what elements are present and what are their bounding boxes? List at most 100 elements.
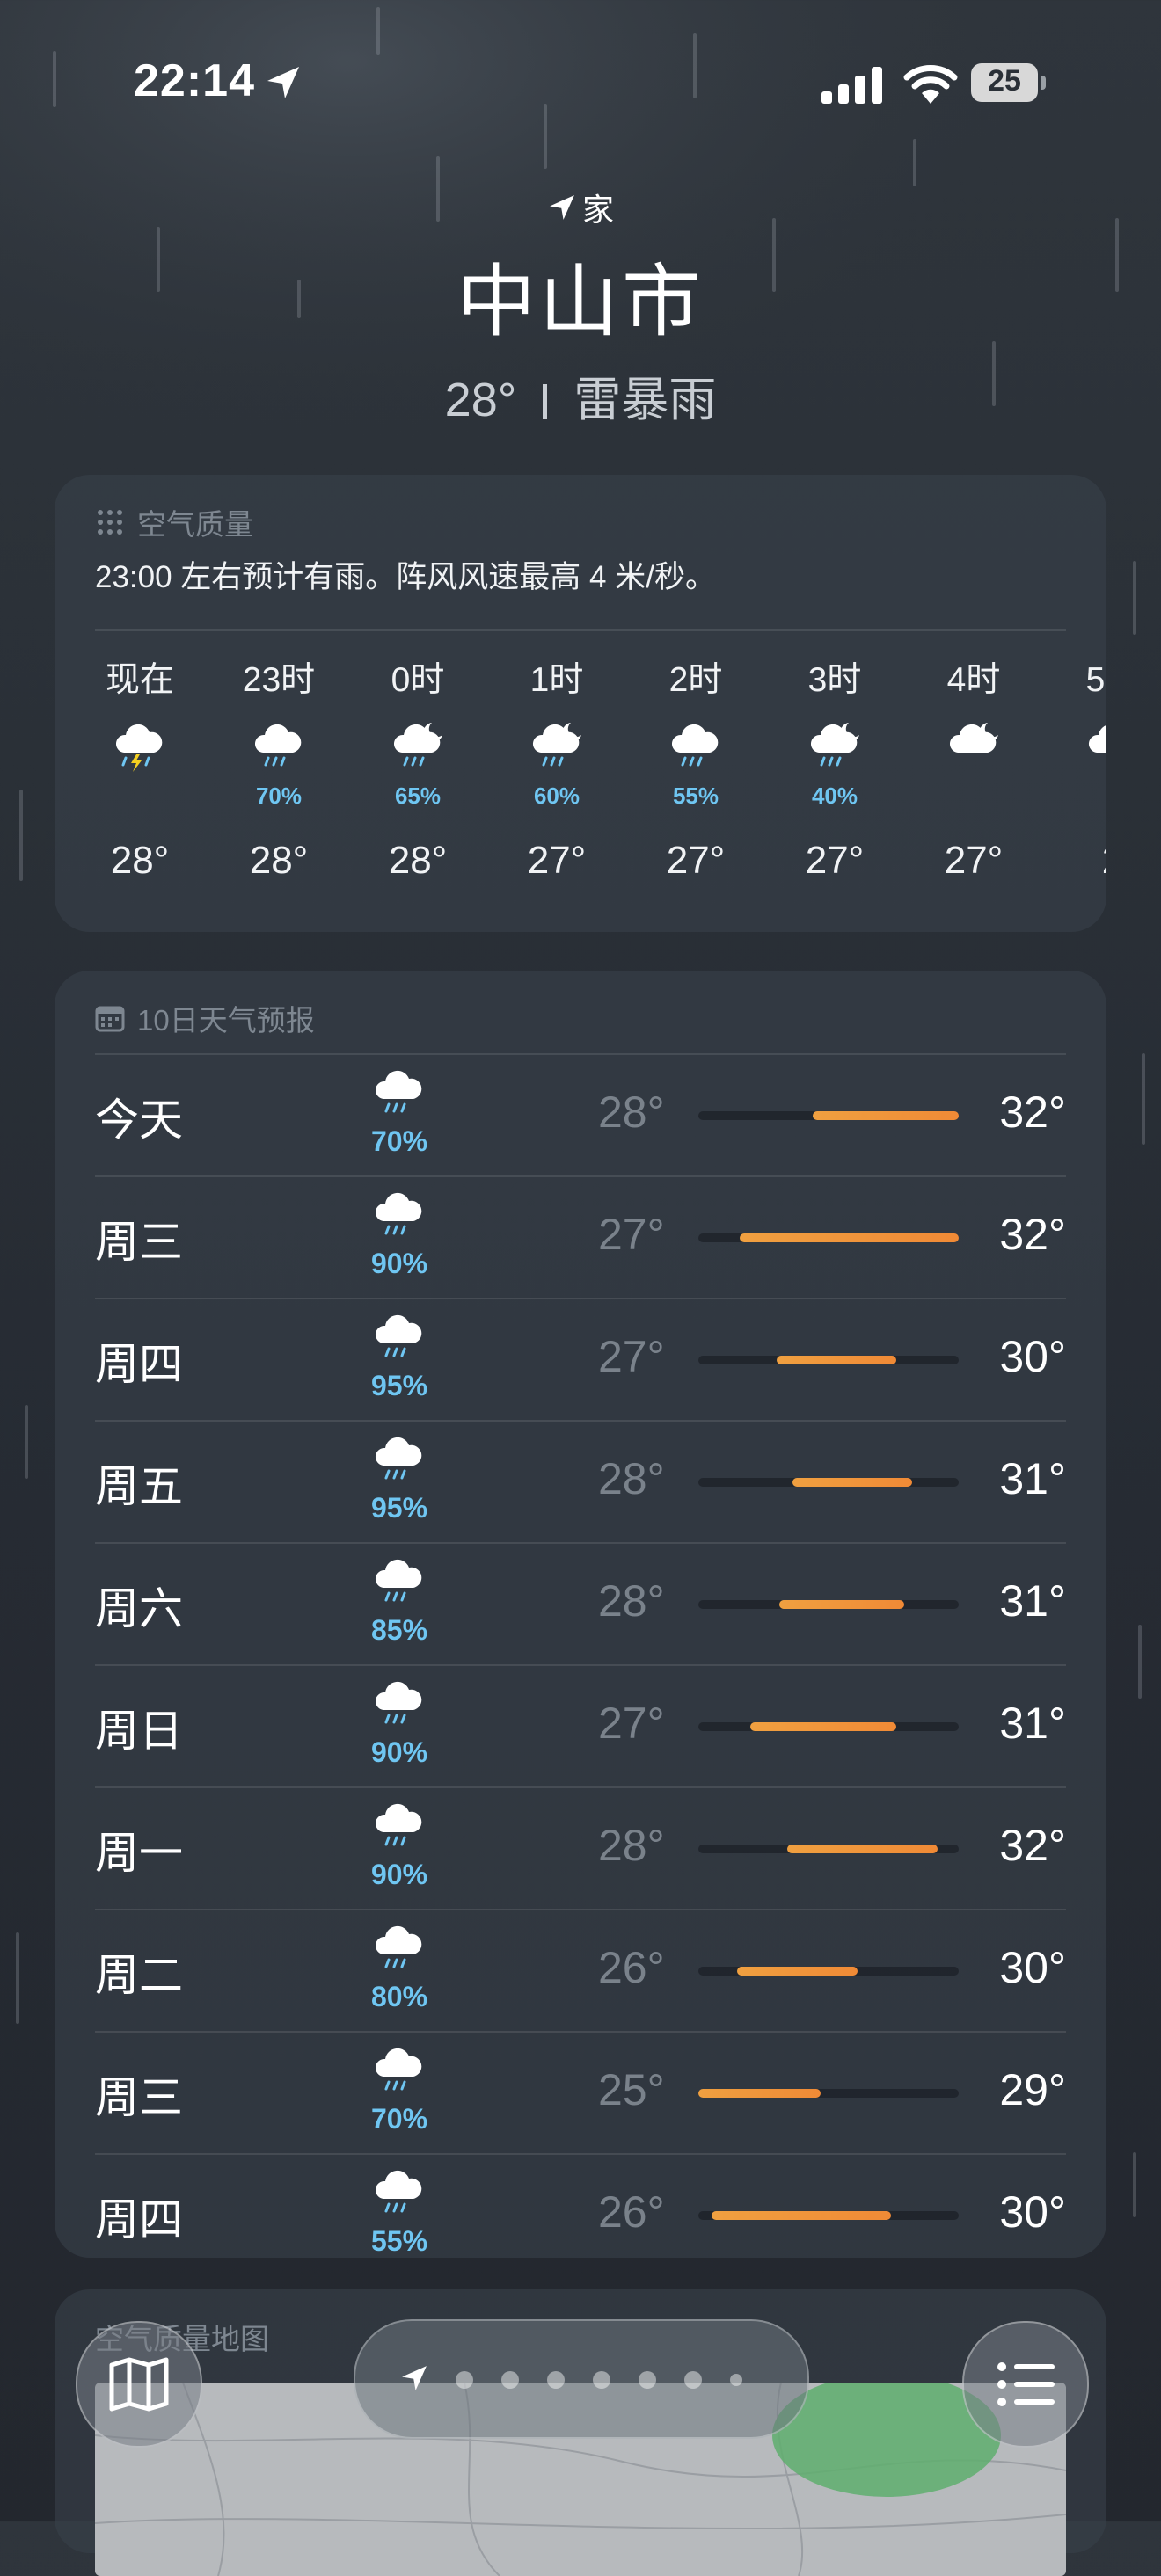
forecast-day-row[interactable]: 周三 70% 25° 29° (95, 2031, 1066, 2153)
day-label: 周一 (95, 1829, 183, 1878)
hourly-forecast-card[interactable]: 空气质量 23:00 左右预计有雨。阵风风速最高 4 米/秒。 现在 28° 23时… (55, 475, 1106, 932)
rain-cloud-icon (364, 1067, 434, 1129)
night-cloudy-icon (1055, 721, 1106, 782)
battery-level: 25 (988, 64, 1021, 98)
temp-range-bar (698, 2089, 821, 2098)
high-temp: 30° (999, 2187, 1066, 2237)
hour-label: 1时 (529, 661, 584, 699)
page-dot[interactable] (456, 2371, 473, 2389)
thunderstorm-icon (95, 721, 197, 782)
hour-label: 4时 (946, 661, 1001, 699)
forecast-day-row[interactable]: 周四 55% 26° 30° (95, 2153, 1066, 2275)
rain-cloud-icon (364, 2167, 434, 2229)
location-list-button[interactable] (962, 2321, 1089, 2448)
weather-summary: 23:00 左右预计有雨。阵风风速最高 4 米/秒。 (95, 560, 716, 594)
precip-chance: 95% (370, 1492, 428, 1524)
hour-label: 3时 (807, 661, 862, 699)
hour-precip-chance: 65% (394, 782, 442, 809)
hour-temp: 27° (944, 839, 1004, 882)
high-temp: 30° (999, 1943, 1066, 1992)
low-temp: 28° (598, 1576, 665, 1626)
location-pager[interactable] (354, 2319, 809, 2439)
temp-range-track (698, 2211, 959, 2220)
page-dot[interactable] (730, 2374, 742, 2386)
hourly-item: 3时 40% 27° (778, 647, 892, 883)
forecast-day-row[interactable]: 周四 95% 27° 30° (95, 1298, 1066, 1420)
page-dot[interactable] (639, 2371, 656, 2389)
high-temp: 31° (999, 1699, 1066, 1748)
low-temp: 27° (598, 1332, 665, 1381)
high-temp: 32° (999, 1088, 1066, 1137)
location-tag: 家 (0, 185, 1161, 230)
day-label: 周日 (95, 1706, 183, 1756)
location-header: 家 中山市 28° 雷暴雨 (0, 185, 1161, 430)
rain-cloud-icon (364, 1923, 434, 1984)
map-button[interactable] (76, 2321, 202, 2448)
forecast-day-row[interactable]: 周二 80% 26° 30° (95, 1909, 1066, 2031)
high-temp: 30° (999, 1332, 1066, 1381)
current-conditions: 28° 雷暴雨 (0, 360, 1161, 430)
temp-range-track (698, 1478, 959, 1487)
status-time: 22:14 (134, 55, 255, 106)
day-label: 周三 (95, 2073, 183, 2122)
day-label: 周五 (95, 1462, 183, 1511)
hourly-item: 现在 28° (95, 647, 197, 883)
precip-chance: 70% (370, 2103, 428, 2135)
day-label: 今天 (95, 1095, 183, 1145)
day-label: 周四 (95, 2195, 183, 2245)
map-icon (109, 2357, 169, 2412)
forecast-day-row[interactable]: 周六 85% 28° 31° (95, 1542, 1066, 1664)
low-temp: 27° (598, 1210, 665, 1259)
forecast-day-row[interactable]: 周一 90% 28° 32° (95, 1786, 1066, 1909)
forecast-day-row[interactable]: 周三 90% 27° 32° (95, 1175, 1066, 1298)
hour-label: 2时 (668, 661, 723, 699)
page-dot[interactable] (684, 2371, 702, 2389)
hour-temp: 28° (249, 839, 309, 882)
forecast-day-row[interactable]: 今天 70% 28° 32° (95, 1053, 1066, 1175)
page-dot[interactable] (593, 2371, 610, 2389)
hour-temp: 28° (388, 839, 448, 882)
page-dot[interactable] (547, 2371, 565, 2389)
hourly-item: 2时 55% 27° (639, 647, 753, 883)
temp-range-track (698, 1967, 959, 1976)
hourly-item: 1时 60% 27° (500, 647, 614, 883)
temp-range-track (698, 2089, 959, 2098)
low-temp: 25° (598, 2065, 665, 2114)
ten-day-forecast-card[interactable]: 10日天气预报 今天 70% 28° 32° 周三 90% 27° 32° 周四 95% 27° 30… (55, 971, 1106, 2258)
forecast-day-row[interactable]: 周五 95% 28° 31° (95, 1420, 1066, 1542)
hourly-item: 23时 70% 28° (222, 647, 336, 883)
hourly-scroller[interactable]: 现在 28° 23时 70% 28° 0时 65% 28° 1时 60% 27° 2时 55% 27° 3时… (95, 647, 1106, 937)
temp-range-bar (813, 1111, 959, 1120)
hour-temp: 2 (1055, 839, 1106, 883)
hour-label: 现在 (105, 661, 174, 699)
temp-range-bar (776, 1356, 896, 1364)
hour-precip-chance (1055, 782, 1106, 809)
rain-cloud-icon (639, 721, 753, 782)
precip-chance: 70% (370, 1125, 428, 1157)
forecast-day-row[interactable]: 周日 90% 27° 31° (95, 1664, 1066, 1786)
forecast-rows: 今天 70% 28° 32° 周三 90% 27° 32° 周四 95% 27° 30° 周五 95% 28… (95, 1053, 1066, 2275)
day-label: 周六 (95, 1584, 183, 1634)
low-temp: 28° (598, 1454, 665, 1503)
rain-cloud-icon (364, 2045, 434, 2107)
hour-precip-chance (916, 782, 1031, 809)
temp-range-track (698, 1356, 959, 1364)
high-temp: 31° (999, 1454, 1066, 1503)
temp-range-bar (711, 2211, 892, 2220)
precip-chance: 90% (370, 1736, 428, 1768)
night-rain-icon (778, 721, 892, 782)
hour-temp: 27° (666, 839, 726, 882)
temp-range-bar (778, 1600, 904, 1609)
list-icon (997, 2362, 1055, 2406)
precip-chance: 85% (370, 1614, 428, 1646)
hour-precip-chance: 55% (672, 782, 719, 809)
rain-cloud-icon (364, 1190, 434, 1251)
air-quality-icon (98, 510, 122, 535)
ten-day-header: 10日天气预报 (95, 997, 315, 1039)
precip-chance: 90% (370, 1248, 428, 1279)
air-quality-header: 空气质量 (95, 501, 253, 543)
page-dot[interactable] (501, 2371, 519, 2389)
status-bar: 22:14 25 (0, 0, 1161, 167)
temp-range-bar (740, 1233, 959, 1242)
temp-range-track (698, 1111, 959, 1120)
